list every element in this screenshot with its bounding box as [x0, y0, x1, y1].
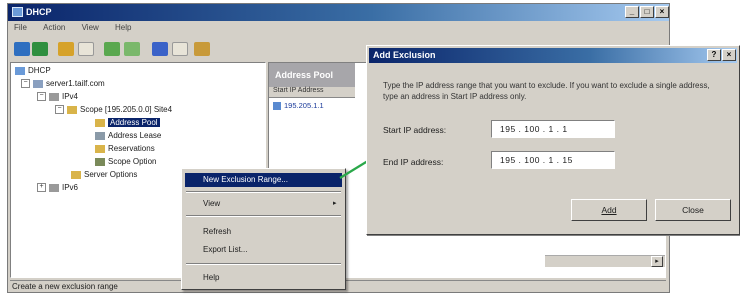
- folder-icon: [95, 118, 105, 127]
- collapse-icon[interactable]: −: [37, 92, 46, 102]
- end-ip-field[interactable]: 195 . 100 . 1 . 15: [491, 151, 615, 169]
- horizontal-scrollbar[interactable]: ▸: [545, 255, 665, 267]
- dialog-title-bar[interactable]: Add Exclusion ? ×: [369, 48, 737, 63]
- new-icon[interactable]: [172, 42, 188, 56]
- tree-node-reservations[interactable]: Reservations: [95, 143, 155, 155]
- title-bar[interactable]: DHCP _ □ ×: [8, 4, 669, 21]
- tree-node-scope[interactable]: − Scope [195.205.0.0] Site4: [55, 104, 172, 116]
- column-header-start-ip[interactable]: Start IP Address: [269, 87, 355, 98]
- close-button[interactable]: Close: [655, 199, 731, 221]
- forward-icon[interactable]: [32, 42, 48, 56]
- back-icon[interactable]: [14, 42, 30, 56]
- start-ip-field[interactable]: 195 . 100 . 1 . 1: [491, 120, 615, 138]
- submenu-arrow-icon: ▸: [333, 200, 337, 207]
- tree-node-address-leases[interactable]: Address Lease: [95, 130, 161, 142]
- refresh-icon[interactable]: [104, 42, 120, 56]
- server-icon: [33, 79, 43, 88]
- folder-icon: [71, 170, 81, 179]
- expand-icon[interactable]: +: [37, 183, 46, 193]
- help-icon[interactable]: [152, 42, 168, 56]
- menu-separator: [186, 263, 341, 265]
- dialog-help-button[interactable]: ?: [707, 49, 721, 61]
- tree-node-server-options[interactable]: Server Options: [71, 169, 137, 181]
- show-hide-tree-icon[interactable]: [78, 42, 94, 56]
- tree-node-server[interactable]: − server1.tailf.com: [21, 78, 105, 90]
- tree-node-ipv4[interactable]: − IPv4: [37, 91, 78, 103]
- context-menu: New Exclusion Range... View ▸ Refresh Exp…: [181, 168, 346, 290]
- export-list-icon[interactable]: [124, 42, 140, 56]
- menu-item-view[interactable]: View ▸: [185, 197, 342, 211]
- menu-item-new-exclusion-range[interactable]: New Exclusion Range...: [185, 173, 342, 187]
- tree-node-dhcp[interactable]: DHCP: [15, 65, 51, 77]
- collapse-icon[interactable]: −: [21, 79, 30, 89]
- dhcp-app-icon: [12, 7, 23, 17]
- pane-header: Address Pool: [269, 63, 355, 87]
- menu-item-help[interactable]: Help: [185, 271, 342, 285]
- up-icon[interactable]: [58, 42, 74, 56]
- scroll-right-icon[interactable]: ▸: [651, 256, 663, 267]
- window-title: DHCP: [26, 7, 52, 17]
- menu-separator: [186, 215, 341, 217]
- protocol-icon: [49, 183, 59, 192]
- menu-help[interactable]: Help: [115, 23, 131, 32]
- add-button[interactable]: Add: [571, 199, 647, 221]
- end-ip-label: End IP address:: [383, 157, 444, 167]
- menu-file[interactable]: File: [14, 23, 27, 32]
- menu-action[interactable]: Action: [43, 23, 65, 32]
- folder-icon: [95, 144, 105, 153]
- maximize-button[interactable]: □: [640, 6, 654, 18]
- add-exclusion-dialog: Add Exclusion ? × Type the IP address ra…: [366, 45, 740, 235]
- range-icon: [273, 102, 281, 111]
- options-icon: [95, 157, 105, 166]
- menu-separator: [186, 191, 341, 193]
- close-button[interactable]: ×: [655, 6, 669, 18]
- properties-icon[interactable]: [194, 42, 210, 56]
- collapse-icon[interactable]: −: [55, 105, 64, 115]
- protocol-icon: [49, 92, 59, 101]
- folder-icon: [67, 105, 77, 114]
- dialog-title: Add Exclusion: [373, 50, 436, 60]
- menu-view[interactable]: View: [82, 23, 99, 32]
- list-item[interactable]: 195.205.1.1: [273, 101, 324, 111]
- tree-node-scope-options[interactable]: Scope Option: [95, 156, 156, 168]
- menu-bar: File Action View Help: [10, 23, 141, 37]
- dialog-instructions: Type the IP address range that you want …: [383, 81, 710, 101]
- menu-item-export-list[interactable]: Export List...: [185, 243, 342, 257]
- start-ip-label: Start IP address:: [383, 125, 447, 135]
- tree-node-ipv6[interactable]: + IPv6: [37, 182, 78, 194]
- tree-node-address-pool[interactable]: Address Pool: [95, 117, 160, 129]
- dialog-close-button[interactable]: ×: [722, 49, 736, 61]
- dhcp-icon: [15, 66, 25, 75]
- minimize-button[interactable]: _: [625, 6, 639, 18]
- leases-icon: [95, 131, 105, 140]
- menu-item-refresh[interactable]: Refresh: [185, 225, 342, 239]
